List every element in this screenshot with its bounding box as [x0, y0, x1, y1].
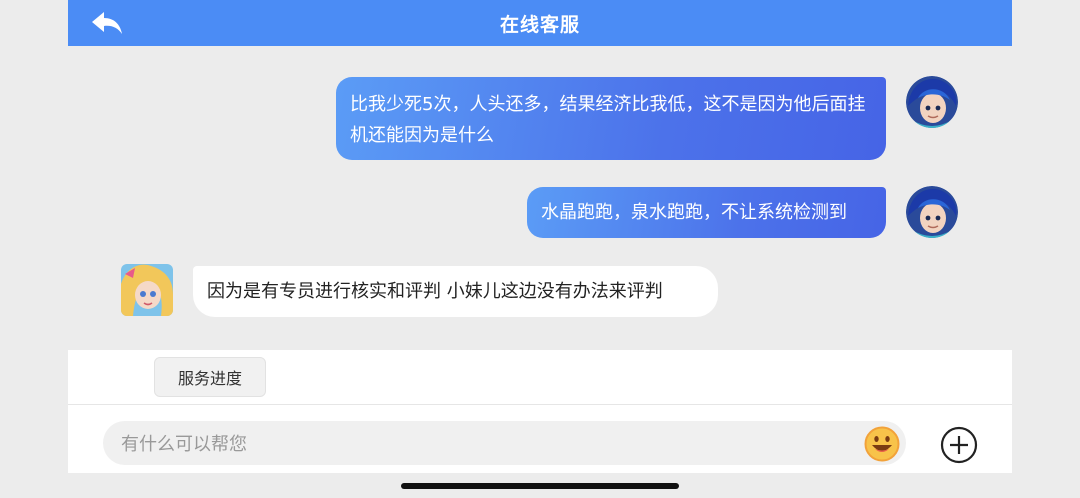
chat-app: 在线客服 比我少死5次，人头还多，结果经济比我低，这不是因为他后面挂机还能因为是…: [68, 0, 1012, 498]
add-circle-icon[interactable]: [940, 426, 978, 464]
message-text: 比我少死5次，人头还多，结果经济比我低，这不是因为他后面挂机还能因为是什么: [350, 94, 866, 146]
back-arrow-icon[interactable]: [90, 10, 124, 36]
input-bar: 有什么可以帮您: [68, 405, 1012, 473]
input-placeholder: 有什么可以帮您: [121, 434, 247, 455]
message-bubble-outgoing: 比我少死5次，人头还多，结果经济比我低，这不是因为他后面挂机还能因为是什么: [336, 77, 886, 160]
page-title: 在线客服: [499, 13, 580, 36]
service-progress-button[interactable]: 服务进度: [154, 357, 266, 397]
message-bubble-incoming: 因为是有专员进行核实和评判 小妹儿这边没有办法来评判: [193, 266, 718, 317]
user-avatar[interactable]: [906, 186, 958, 238]
agent-avatar[interactable]: [121, 264, 173, 316]
message-bubble-outgoing: 水晶跑跑，泉水跑跑，不让系统检测到: [527, 187, 886, 238]
user-avatar[interactable]: [906, 76, 958, 128]
home-indicator: [401, 483, 679, 489]
header-bar: 在线客服: [68, 0, 1012, 46]
message-text: 因为是有专员进行核实和评判 小妹儿这边没有办法来评判: [207, 281, 663, 302]
message-input[interactable]: 有什么可以帮您: [103, 421, 906, 465]
message-text: 水晶跑跑，泉水跑跑，不让系统检测到: [541, 202, 847, 223]
emoji-icon[interactable]: [864, 426, 900, 462]
quick-action-bar: 服务进度: [68, 350, 1012, 405]
service-progress-label: 服务进度: [177, 369, 242, 388]
